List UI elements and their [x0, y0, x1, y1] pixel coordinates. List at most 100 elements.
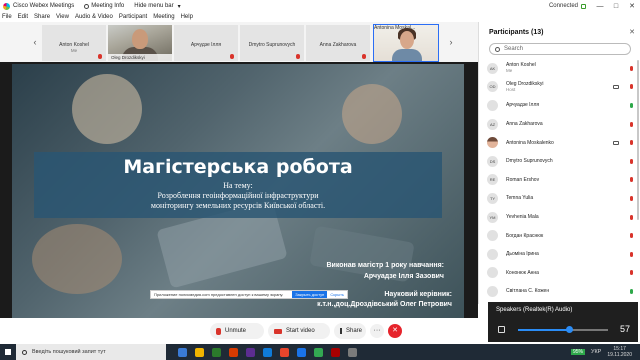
more-options-button[interactable]: ··· [370, 324, 384, 338]
taskbar-app-icon[interactable] [263, 347, 272, 357]
slide-title: Магістерська робота [123, 156, 353, 178]
participant-row[interactable]: Богдан Краснюк [479, 226, 640, 245]
menu-help[interactable]: Help [181, 14, 193, 20]
participant-row[interactable]: Antonina Moskalenko [479, 133, 640, 152]
minimize-button[interactable]: — [592, 3, 608, 10]
video-tile-dmytro[interactable]: Dmytro Suprunovych [240, 25, 304, 61]
muted-mic-icon[interactable] [629, 251, 633, 257]
search-icon [22, 349, 27, 355]
speaker-icon[interactable] [498, 326, 505, 333]
taskbar-app-icon[interactable] [195, 347, 204, 357]
window-title: Cisco Webex Meetings [13, 3, 75, 9]
participant-row[interactable]: TY Temna Yulia [479, 189, 640, 208]
title-bar: Cisco Webex Meetings Meeting Info Hide m… [0, 0, 640, 12]
menu-view[interactable]: View [56, 14, 69, 20]
taskbar-app-icon[interactable] [348, 347, 357, 357]
taskbar-app-icon[interactable] [246, 347, 255, 357]
menu-participant[interactable]: Participant [119, 14, 147, 20]
audio-device-name: Speakers (Realtek(R) Audio) [496, 307, 573, 313]
participant-name: Yevhenia Mala [506, 214, 539, 221]
muted-mic-icon[interactable] [629, 121, 633, 127]
participant-row[interactable]: AZ Anna Zakharova [479, 115, 640, 134]
connection-status: Connected [548, 3, 578, 9]
end-meeting-button[interactable]: ✕ [388, 324, 402, 338]
taskbar-app-icon[interactable] [331, 347, 340, 357]
hide-menu-bar-button[interactable]: Hide menu bar [134, 3, 173, 9]
language-indicator[interactable]: УКР [591, 349, 601, 355]
volume-slider[interactable] [518, 326, 608, 333]
video-tile-oleg-drozdikskyi[interactable]: Oleg Drozdikskyi [108, 25, 172, 61]
system-clock[interactable]: 15:17 19.11.2020 [607, 346, 632, 358]
stop-sharing-button[interactable]: Закрыть доступ [292, 291, 328, 298]
participant-list-scrollbar[interactable] [637, 60, 639, 220]
maximize-button[interactable]: □ [608, 3, 624, 10]
video-tile-archuadze[interactable]: Арчудзе Ілля [174, 25, 238, 61]
participant-search-input[interactable]: Search [489, 43, 631, 55]
menu-audio-video[interactable]: Audio & Video [75, 14, 113, 20]
muted-mic-icon[interactable] [629, 233, 633, 239]
participant-row[interactable]: Кононюк Анна [479, 264, 640, 283]
menu-file[interactable]: File [2, 14, 12, 20]
taskbar-app-icon[interactable] [297, 347, 306, 357]
muted-mic-icon[interactable] [629, 195, 633, 201]
avatar: OD [487, 81, 498, 93]
participant-row[interactable]: DS Dmytro Suprunovych [479, 152, 640, 171]
menu-edit[interactable]: Edit [18, 14, 28, 20]
participant-row[interactable]: Світлана С. Кожен [479, 282, 640, 301]
meeting-info-button[interactable]: Meeting Info [84, 3, 124, 9]
taskbar-app-icon[interactable] [229, 347, 238, 357]
taskbar-search-input[interactable]: Введіть пошуковий запит тут [16, 344, 166, 360]
participant-row[interactable]: OD Oleg Drozdikskyi Host [479, 78, 640, 97]
muted-mic-icon[interactable] [629, 177, 633, 183]
hide-banner-button[interactable]: Скрыть [330, 292, 344, 297]
battery-indicator[interactable]: 95% [570, 349, 585, 355]
participant-row[interactable]: YM Yevhenia Mala [479, 208, 640, 227]
unmute-button[interactable]: Unmute [210, 323, 264, 339]
taskbar-app-icon[interactable] [314, 347, 323, 357]
taskbar-app-icon[interactable] [212, 347, 221, 357]
avatar: AZ [487, 118, 498, 130]
muted-mic-icon[interactable] [629, 84, 633, 90]
muted-mic-icon[interactable] [629, 214, 633, 220]
taskbar-app-icon[interactable] [280, 347, 289, 357]
mic-icon[interactable] [629, 102, 633, 108]
chevron-down-icon[interactable]: ▾ [178, 3, 181, 10]
start-video-label: Start video [286, 328, 315, 334]
windows-taskbar: Введіть пошуковий запит тут 95% УКР 15:1… [0, 344, 640, 360]
participants-title: Participants (13) [489, 28, 544, 36]
tile-name: Oleg Drozdikskyi [108, 54, 172, 61]
start-button[interactable] [0, 344, 16, 360]
participant-row[interactable]: Арчуадзе Ілля [479, 96, 640, 115]
muted-mic-icon[interactable] [629, 140, 633, 146]
participant-row[interactable]: RE Roman Ershov [479, 171, 640, 190]
muted-mic-icon[interactable] [629, 65, 633, 71]
start-video-button[interactable]: Start video [268, 323, 330, 339]
camera-icon [613, 140, 619, 145]
close-window-button[interactable]: ✕ [624, 2, 640, 10]
slide-description-line-1: Розроблення геоінформаційної інфраструкт… [157, 191, 319, 200]
muted-mic-icon[interactable] [629, 158, 633, 164]
video-tile-antonina[interactable]: Antonina Moskal... [373, 24, 439, 62]
mic-icon[interactable] [629, 288, 633, 294]
participant-name: Богдан Краснюк [506, 232, 544, 239]
unmute-label: Unmute [225, 328, 247, 334]
taskbar-app-icon[interactable] [178, 347, 187, 357]
lock-icon[interactable] [581, 3, 586, 9]
strip-next-button[interactable]: › [446, 36, 456, 48]
muted-mic-icon [216, 327, 221, 335]
menu-share[interactable]: Share [34, 14, 50, 20]
video-tile-anna[interactable]: Anna Zakharova [306, 25, 370, 61]
close-panel-button[interactable]: ✕ [629, 28, 635, 36]
strip-prev-button[interactable]: ‹ [30, 36, 40, 48]
muted-mic-icon[interactable] [629, 270, 633, 276]
share-button[interactable]: Share [334, 323, 366, 339]
background-photo [32, 224, 122, 294]
volume-slider-knob[interactable] [565, 326, 573, 333]
participant-row[interactable]: AK Anton Koshel Me [479, 59, 640, 78]
share-banner-text: Приложение полисмедия.com предоставлен д… [154, 292, 284, 297]
menu-meeting[interactable]: Meeting [153, 14, 174, 20]
participant-row[interactable]: Дьоміна Ірина [479, 245, 640, 264]
author-name: Арчуадзе Ілля Зазович [363, 273, 444, 280]
audio-volume-popup: Speakers (Realtek(R) Audio) 57 [488, 302, 638, 342]
video-tile-anton-koshel[interactable]: Anton Koshel Me [42, 25, 106, 61]
